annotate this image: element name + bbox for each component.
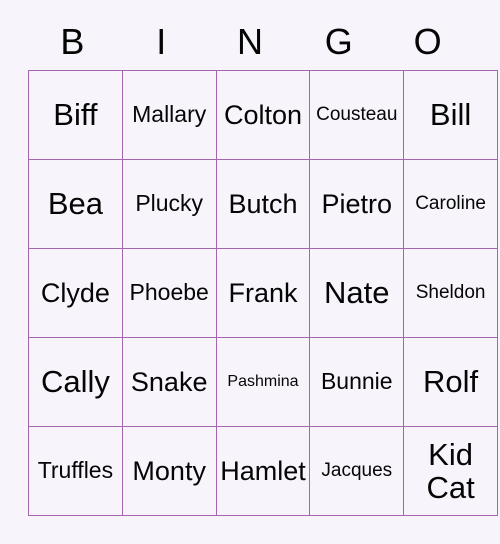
- bingo-cell[interactable]: Pietro: [309, 159, 405, 249]
- bingo-cell-label: Frank: [228, 277, 298, 308]
- bingo-cell[interactable]: Colton: [215, 70, 311, 160]
- bingo-cell[interactable]: Monty: [121, 426, 217, 516]
- bingo-cell-label: Cally: [40, 363, 110, 399]
- bingo-grid-body: Biff Mallary Colton Cousteau Bill Bea Plucky Bu…: [28, 70, 498, 516]
- bingo-row: Biff Mallary Colton Cousteau Bill: [28, 70, 498, 160]
- bingo-cell-label: Bill: [429, 96, 472, 132]
- bingo-cell-label: Truffles: [37, 457, 114, 484]
- bingo-cell-label: Bea: [47, 185, 103, 221]
- bingo-cell[interactable]: Cousteau: [309, 70, 405, 160]
- bingo-cell-label: Butch: [228, 188, 298, 219]
- bingo-cell-label: Jacques: [321, 460, 393, 482]
- bingo-cell[interactable]: Kid Cat: [403, 426, 498, 516]
- bingo-cell-label: Plucky: [135, 190, 204, 217]
- bingo-cell-label: Snake: [130, 366, 208, 397]
- bingo-cell[interactable]: Bea: [28, 159, 123, 249]
- bingo-cell-label: Biff: [53, 96, 98, 132]
- bingo-cell-label: Colton: [223, 99, 303, 130]
- bingo-row: Cally Snake Pashmina Bunnie Rolf: [28, 337, 498, 427]
- bingo-cell-label: Clyde: [40, 277, 110, 308]
- bingo-cell[interactable]: Cally: [28, 337, 123, 427]
- bingo-header-letter-g: G: [324, 21, 353, 62]
- bingo-header-letter-n: N: [236, 21, 263, 62]
- bingo-cell-label: Bunnie: [320, 368, 393, 395]
- bingo-row: Clyde Phoebe Frank Nate Sheldon: [28, 248, 498, 338]
- bingo-cell[interactable]: Hamlet: [215, 426, 311, 516]
- bingo-header-letter-o: O: [413, 21, 442, 62]
- bingo-cell[interactable]: Phoebe: [121, 248, 217, 338]
- bingo-cell[interactable]: Truffles: [28, 426, 123, 516]
- bingo-cell-label: Monty: [132, 455, 206, 486]
- bingo-cell[interactable]: Mallary: [121, 70, 217, 160]
- bingo-cell-label: Hamlet: [220, 455, 306, 486]
- bingo-cell-label: Nate: [324, 274, 390, 310]
- bingo-cell[interactable]: Caroline: [403, 159, 498, 249]
- bingo-cell[interactable]: Biff: [28, 70, 123, 160]
- bingo-cell-label: Kid Cat: [426, 436, 475, 505]
- bingo-cell-label: Sheldon: [415, 282, 486, 304]
- bingo-row: Truffles Monty Hamlet Jacques Kid Cat: [28, 426, 498, 516]
- bingo-header-letter-b: B: [60, 21, 85, 62]
- bingo-row: Bea Plucky Butch Pietro Caroline: [28, 159, 498, 249]
- bingo-cell[interactable]: Plucky: [121, 159, 217, 249]
- bingo-cell-label: Rolf: [423, 363, 479, 399]
- bingo-cell[interactable]: Sheldon: [403, 248, 498, 338]
- bingo-header-row: B I N G O: [28, 14, 472, 70]
- bingo-cell[interactable]: Bunnie: [309, 337, 405, 427]
- bingo-header-letter-i: I: [156, 21, 167, 62]
- bingo-cell-label: Pashmina: [227, 372, 299, 390]
- bingo-cell-label: Phoebe: [129, 279, 209, 306]
- bingo-cell[interactable]: Rolf: [403, 337, 498, 427]
- bingo-cell[interactable]: Snake: [121, 337, 217, 427]
- bingo-cell[interactable]: Nate: [309, 248, 405, 338]
- bingo-cell[interactable]: Frank: [215, 248, 311, 338]
- bingo-cell[interactable]: Pashmina: [215, 337, 311, 427]
- bingo-card: B I N G O Biff Mallary Colton Cousteau Bill B…: [28, 14, 498, 516]
- bingo-cell-label: Caroline: [415, 193, 486, 215]
- bingo-cell[interactable]: Butch: [215, 159, 311, 249]
- bingo-cell[interactable]: Jacques: [309, 426, 405, 516]
- bingo-cell-label: Pietro: [321, 188, 393, 219]
- bingo-cell-label: Cousteau: [316, 104, 398, 126]
- bingo-cell[interactable]: Clyde: [28, 248, 123, 338]
- bingo-cell-label: Mallary: [132, 101, 207, 128]
- bingo-cell[interactable]: Bill: [403, 70, 498, 160]
- bingo-grid: Biff Mallary Colton Cousteau Bill Bea Plucky Bu…: [28, 70, 498, 516]
